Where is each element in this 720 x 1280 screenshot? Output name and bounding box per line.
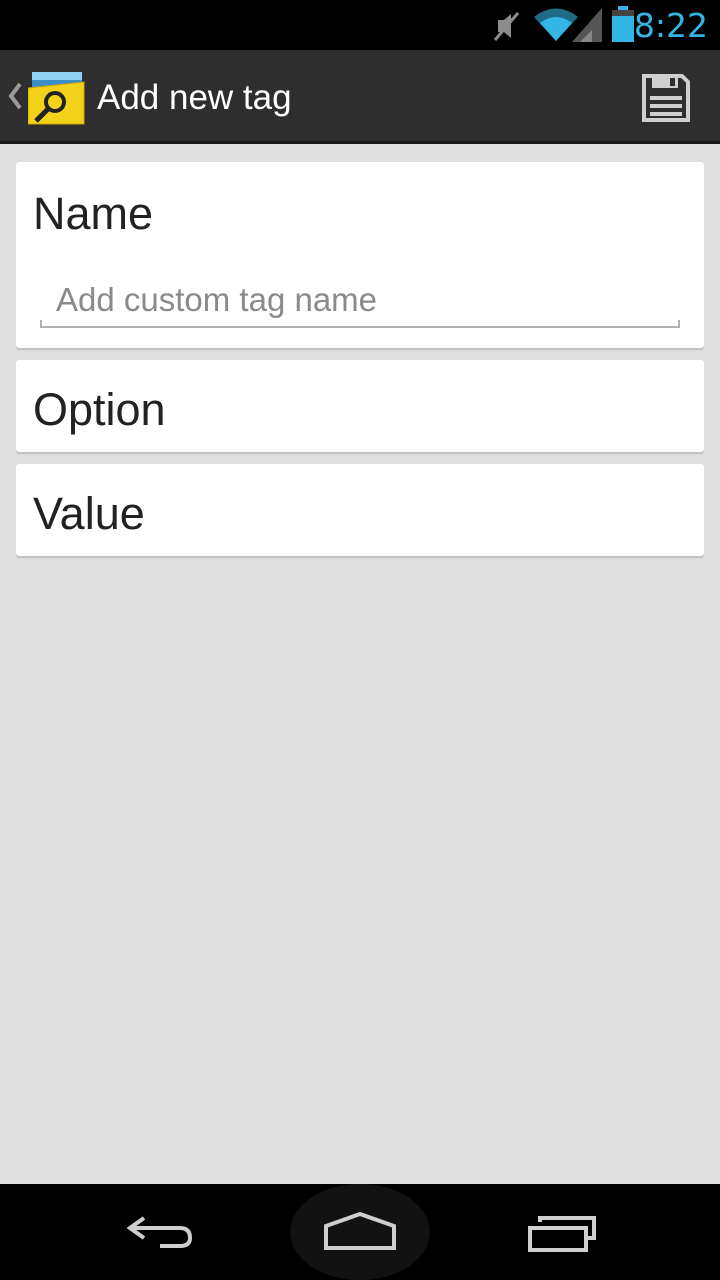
back-icon[interactable]	[124, 1212, 196, 1252]
action-bar: Add new tag	[0, 50, 720, 144]
muted-icon	[493, 12, 520, 41]
screen-title: Add new tag	[97, 78, 292, 117]
input-underline	[40, 320, 680, 328]
app-icon[interactable]	[28, 70, 86, 126]
recent-apps-icon[interactable]	[526, 1214, 598, 1254]
option-card[interactable]: Option	[16, 360, 704, 452]
battery-icon	[612, 6, 634, 42]
clock: 8:22	[633, 6, 708, 45]
home-icon[interactable]	[322, 1212, 398, 1252]
navigation-bar	[0, 1184, 720, 1280]
save-button[interactable]	[640, 72, 692, 124]
option-label: Option	[33, 384, 166, 435]
value-card[interactable]: Value	[16, 464, 704, 556]
signal-icon	[572, 8, 602, 42]
name-label: Name	[33, 188, 154, 239]
name-field[interactable]	[40, 272, 680, 328]
save-icon	[642, 74, 690, 122]
up-caret-icon[interactable]	[8, 82, 22, 110]
status-bar: 8:22	[0, 0, 720, 50]
name-card: Name	[16, 162, 704, 348]
value-label: Value	[33, 488, 145, 539]
